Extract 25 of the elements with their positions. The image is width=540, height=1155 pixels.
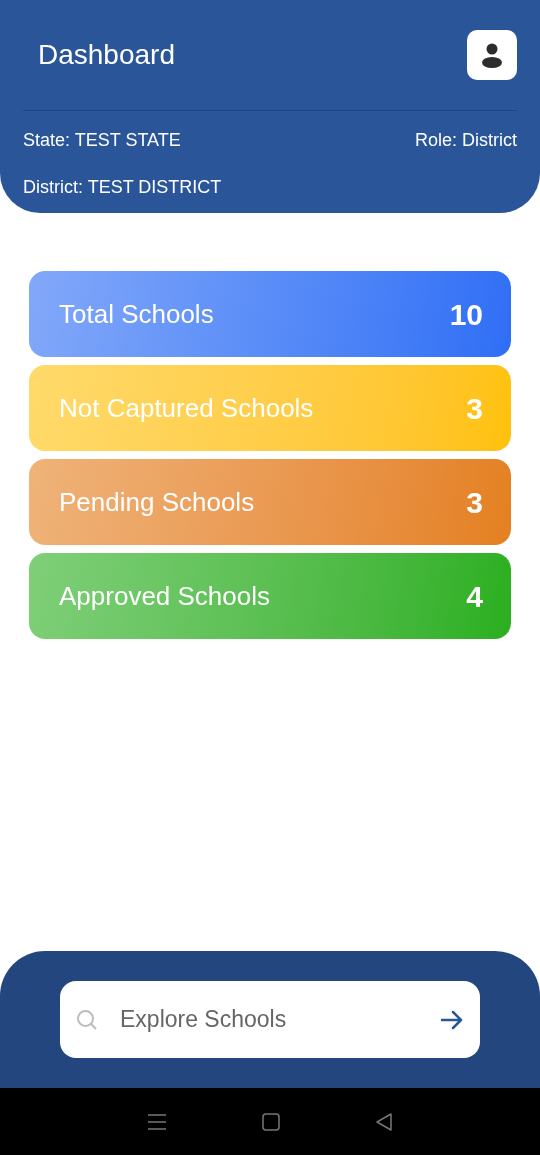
search-icon xyxy=(76,1008,98,1031)
menu-icon[interactable] xyxy=(147,1112,168,1131)
card-label: Pending Schools xyxy=(59,485,255,519)
user-icon xyxy=(481,42,503,68)
stat-card[interactable]: Not Captured Schools 3 xyxy=(29,365,511,451)
card-label: Approved Schools xyxy=(59,579,271,613)
back-triangle-icon[interactable] xyxy=(374,1111,393,1132)
card-count: 3 xyxy=(466,484,483,521)
stat-card[interactable]: Approved Schools 4 xyxy=(29,553,511,639)
arrow-right-icon[interactable] xyxy=(440,1009,464,1030)
card-label: Not Captured Schools xyxy=(59,391,314,425)
role-label: Role: District xyxy=(415,129,517,152)
card-count: 4 xyxy=(466,578,483,615)
card-count: 10 xyxy=(449,296,483,333)
search-bar[interactable]: Explore Schools xyxy=(60,981,480,1058)
card-label: Total Schools xyxy=(59,297,214,331)
district-label: District: TEST DISTRICT xyxy=(23,177,222,197)
search-field[interactable]: Explore Schools xyxy=(120,1002,418,1037)
page-title: Dashboard xyxy=(38,38,175,72)
card-count: 3 xyxy=(466,390,483,427)
profile-button[interactable] xyxy=(467,30,517,80)
state-label: State: TEST STATE xyxy=(23,129,181,152)
stat-card[interactable]: Total Schools 10 xyxy=(29,271,511,357)
square-icon[interactable] xyxy=(262,1112,280,1131)
stat-card[interactable]: Pending Schools 3 xyxy=(29,459,511,545)
